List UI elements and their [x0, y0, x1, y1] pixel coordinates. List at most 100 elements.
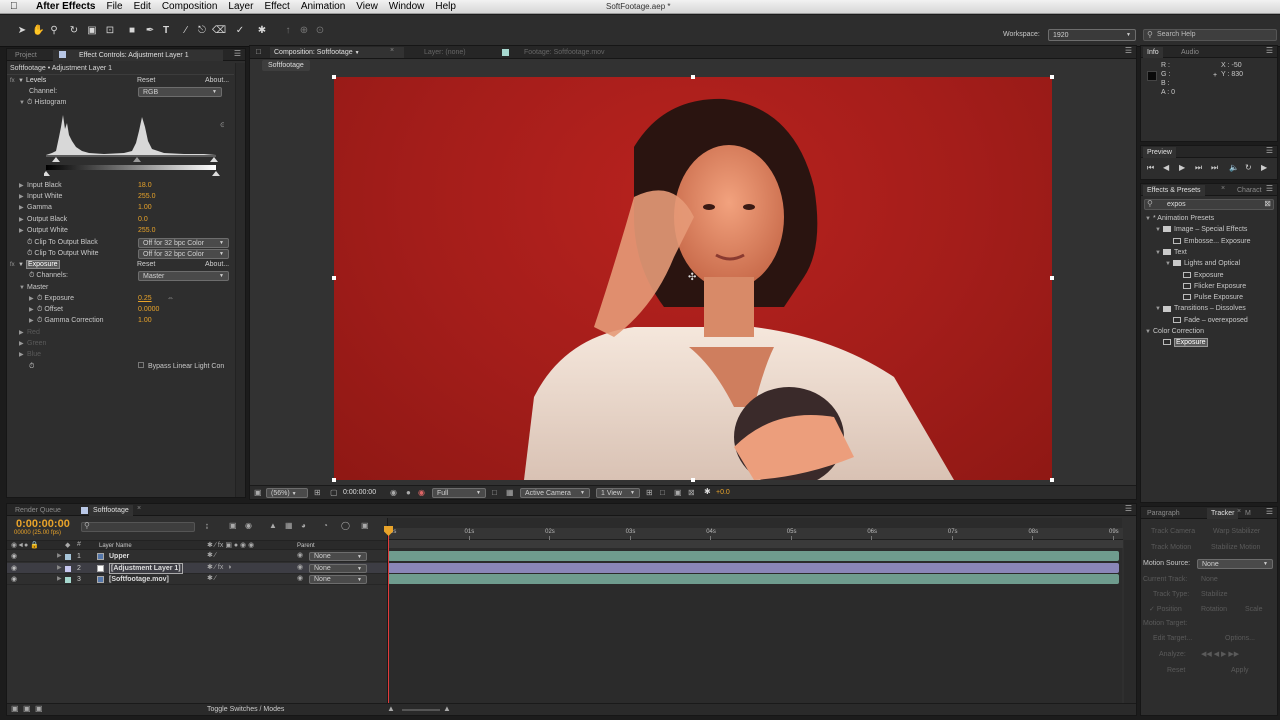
- stopwatch-icon[interactable]: ⏱: [27, 239, 32, 246]
- master-group-row[interactable]: ▼ Master: [19, 282, 48, 293]
- label-color-swatch[interactable]: [65, 577, 71, 583]
- label-color-swatch[interactable]: [65, 565, 71, 572]
- layer-handle[interactable]: [332, 276, 336, 280]
- menu-animation[interactable]: Animation: [301, 1, 345, 12]
- channel-icon[interactable]: ◉: [418, 488, 425, 497]
- tab-close-icon[interactable]: ×: [1221, 185, 1225, 192]
- zoom-tool-icon[interactable]: ⚲: [48, 25, 60, 37]
- clear-search-icon[interactable]: ⊠: [1264, 199, 1271, 208]
- panel-menu-icon[interactable]: ☰: [1125, 504, 1132, 513]
- tree-item[interactable]: Pulse Exposure: [1175, 292, 1243, 303]
- search-help-input[interactable]: ⚲ Search Help: [1143, 29, 1277, 41]
- output-white-handle[interactable]: [212, 171, 220, 176]
- fast-previews-icon[interactable]: □: [660, 488, 665, 497]
- lock-icon[interactable]: □: [256, 47, 261, 56]
- stabilize-motion-button[interactable]: Stabilize Motion: [1211, 542, 1260, 553]
- layer-handle[interactable]: [691, 75, 695, 79]
- eraser-tool-icon[interactable]: ⌫: [212, 25, 226, 37]
- label-color-swatch[interactable]: [65, 554, 71, 560]
- expand-layer-switches-icon[interactable]: ▣: [11, 704, 19, 713]
- layer-duration-bar[interactable]: [388, 562, 1119, 573]
- preset-folder[interactable]: ▼ Text: [1155, 247, 1187, 258]
- current-time-display[interactable]: 0:00:00:00: [343, 489, 376, 496]
- parent-select[interactable]: None ▼: [309, 575, 367, 584]
- menu-layer[interactable]: Layer: [228, 1, 253, 12]
- stopwatch-icon[interactable]: ⏱: [29, 272, 34, 279]
- analyze-controls-icons[interactable]: ◀◀ ◀ ▶ ▶▶: [1201, 649, 1239, 660]
- pickwhip-icon[interactable]: ◉: [297, 563, 303, 571]
- first-frame-icon[interactable]: ⏮: [1147, 163, 1154, 173]
- param-input-white[interactable]: ▶ Input White: [19, 191, 62, 202]
- panel-menu-icon[interactable]: ☰: [1266, 146, 1273, 155]
- effects-search-input[interactable]: ⚲ expos ⊠: [1144, 199, 1274, 210]
- transparency-grid-icon[interactable]: ▦: [506, 488, 514, 497]
- edit-target-button[interactable]: Edit Target...: [1153, 633, 1192, 644]
- menu-window[interactable]: Window: [389, 1, 425, 12]
- comp-mini-flowchart-icon[interactable]: ↨: [205, 521, 209, 530]
- motion-source-select[interactable]: None ▼: [1197, 559, 1273, 569]
- layer-row[interactable]: ◉ ▶ 1 Upper ✱ ∕ ◉ None ▼: [7, 551, 387, 562]
- tab-effect-controls[interactable]: Effect Controls: Adjustment Layer 1: [53, 50, 223, 61]
- title-safe-icon[interactable]: ⊞: [314, 488, 321, 497]
- panel-menu-icon[interactable]: ☰: [1125, 46, 1132, 55]
- tab-timeline-softfootage[interactable]: Softfootage: [89, 505, 133, 516]
- timeline-icon[interactable]: ▣: [674, 488, 682, 497]
- expand-in-out-icon[interactable]: ▣: [35, 704, 43, 713]
- tab-project[interactable]: Project: [11, 50, 41, 61]
- levels-effect-row[interactable]: fx ▼ Levels: [10, 75, 46, 86]
- clip-output-white-select[interactable]: Off for 32 bpc Color ▼: [138, 249, 229, 259]
- param-exposure[interactable]: ▶ ⏱ Exposure: [29, 293, 74, 304]
- puppet-pin-tool-icon[interactable]: ✱: [256, 25, 268, 37]
- local-axis-icon[interactable]: ↑: [282, 25, 294, 37]
- layer-handle[interactable]: [1050, 478, 1054, 482]
- camera-tool-icon[interactable]: ▣: [86, 25, 98, 37]
- effect-item[interactable]: Exposure: [1155, 337, 1208, 348]
- menu-app-name[interactable]: After Effects: [36, 1, 95, 12]
- preset-folder[interactable]: ▼ Transitions – Dissolves: [1155, 303, 1246, 314]
- viewer-exposure-value[interactable]: +0.0: [716, 489, 730, 496]
- input-black-handle[interactable]: [52, 157, 60, 162]
- stopwatch-icon[interactable]: ⏱: [27, 250, 32, 257]
- position-checkbox[interactable]: ✓ Position: [1149, 604, 1182, 615]
- clone-stamp-tool-icon[interactable]: ⎋: [196, 25, 208, 37]
- last-frame-icon[interactable]: ⏭: [1211, 163, 1218, 173]
- ram-preview-icon[interactable]: ▶: [1261, 163, 1267, 172]
- menu-composition[interactable]: Composition: [162, 1, 218, 12]
- menu-help[interactable]: Help: [435, 1, 456, 12]
- tree-item[interactable]: Fade – overexposed: [1165, 315, 1248, 326]
- workspace-select[interactable]: 1920 ▼: [1048, 29, 1136, 41]
- graph-editor-icon[interactable]: ◔: [323, 521, 328, 530]
- resolution-select[interactable]: Full ▼: [432, 488, 486, 498]
- play-icon[interactable]: ▶: [1179, 163, 1185, 172]
- previous-frame-icon[interactable]: ◀: [1163, 163, 1169, 172]
- apple-menu-icon[interactable]: : [10, 1, 26, 12]
- histogram-toggle-icon[interactable]: ⊙: [220, 122, 224, 129]
- tab-close-icon[interactable]: ×: [390, 47, 394, 54]
- zoom-out-icon[interactable]: ▲: [387, 704, 395, 713]
- frame-blending-icon[interactable]: ▦: [285, 521, 293, 530]
- layer-duration-bar[interactable]: [388, 551, 1119, 561]
- timeline-graph-area[interactable]: 0s 01s 02s 03s 04s 05s 06s 07s 08s 09s: [384, 518, 1123, 714]
- options-button[interactable]: Options...: [1225, 633, 1255, 644]
- audio-icon[interactable]: 🔈: [1229, 163, 1239, 172]
- param-gamma[interactable]: ▶ Gamma: [19, 202, 52, 213]
- pickwhip-icon[interactable]: ◉: [297, 551, 303, 559]
- clip-output-black-select[interactable]: Off for 32 bpc Color ▼: [138, 238, 229, 248]
- eye-icon[interactable]: ◉: [11, 564, 17, 572]
- layer-row[interactable]: ◉ ▶ 2 [Adjustment Layer 1] ✱ ∕ fx ◑ ◉ None ▼: [7, 562, 387, 574]
- layer-handle[interactable]: [332, 75, 336, 79]
- stopwatch-icon[interactable]: ⏱: [27, 99, 32, 106]
- param-offset-value[interactable]: 0.0000: [138, 304, 159, 315]
- comp-markers-icon[interactable]: ▣: [361, 521, 369, 530]
- current-time-indicator[interactable]: [388, 528, 389, 714]
- rotation-checkbox[interactable]: Rotation: [1201, 604, 1227, 615]
- stopwatch-icon[interactable]: ⏱: [37, 317, 42, 324]
- levels-histogram[interactable]: ⊙: [44, 107, 224, 177]
- exposure-reset-link[interactable]: Reset: [137, 259, 155, 270]
- param-input-black-value[interactable]: 18.0: [138, 180, 152, 191]
- selection-tool-icon[interactable]: ➤: [16, 25, 28, 37]
- stopwatch-icon[interactable]: ⏱: [37, 306, 42, 313]
- tracker-reset-button[interactable]: Reset: [1167, 665, 1185, 676]
- parent-column-header[interactable]: Parent: [297, 541, 315, 551]
- track-camera-button[interactable]: Track Camera: [1151, 526, 1195, 537]
